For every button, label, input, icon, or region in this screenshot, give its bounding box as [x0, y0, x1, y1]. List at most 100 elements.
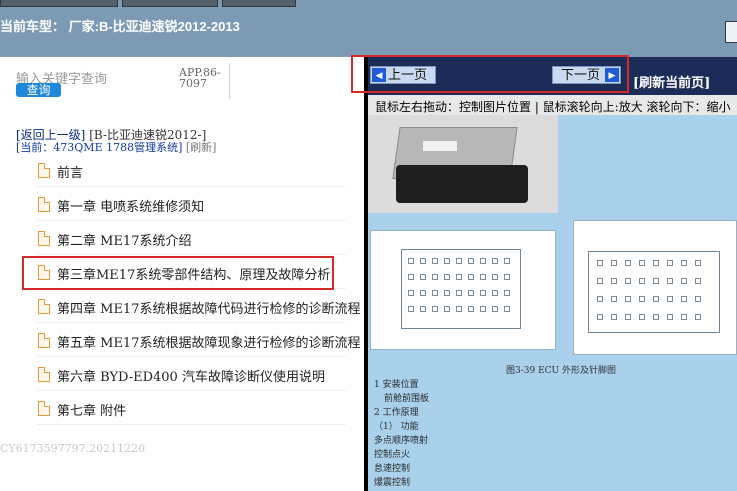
pin: [444, 290, 450, 296]
document-icon: [38, 333, 50, 348]
top-tab-1[interactable]: [0, 0, 118, 7]
pin: [456, 290, 462, 296]
hint-bar: 鼠标左右拖动：控制图片位置 | 鼠标滚轮向上:放大 滚轮向下：缩小: [368, 95, 737, 115]
menu-item-chapter-6[interactable]: 第六章 BYD-ED400 汽车故障诊断仪使用说明: [36, 357, 346, 391]
ecu-connector: [396, 165, 528, 203]
pin: [444, 258, 450, 264]
menu-item-label: 第二章 ME17系统介绍: [57, 234, 192, 249]
doc-line: 爆震控制: [374, 478, 411, 488]
pin: [597, 296, 603, 302]
doc-line: 怠速控制: [374, 464, 411, 474]
pin: [432, 306, 438, 312]
pin: [681, 314, 687, 320]
hint-text: 鼠标左右拖动：控制图片位置 | 鼠标滚轮向上:放大 滚轮向下：缩小: [375, 100, 731, 114]
top-tab-3[interactable]: [222, 0, 296, 7]
pin: [639, 314, 645, 320]
pin: [695, 314, 701, 320]
menu-item-chapter-2[interactable]: 第二章 ME17系统介绍: [36, 221, 346, 255]
pin: [611, 260, 617, 266]
pin: [681, 260, 687, 266]
divider: [229, 63, 230, 99]
pin: [625, 278, 631, 284]
refresh-page-link[interactable]: [刷新当前页]: [633, 72, 710, 91]
document-icon: [38, 299, 50, 314]
pin: [408, 290, 414, 296]
pin: [504, 274, 510, 280]
pin: [597, 260, 603, 266]
pin: [468, 274, 474, 280]
pin: [639, 260, 645, 266]
edge-button[interactable]: [725, 21, 737, 43]
pin: [480, 290, 486, 296]
pin: [504, 306, 510, 312]
pin: [468, 306, 474, 312]
pin: [420, 290, 426, 296]
pin: [492, 306, 498, 312]
pin-array-right: [588, 251, 720, 333]
pin: [468, 290, 474, 296]
menu-item-label: 第四章 ME17系统根据故障代码进行检修的诊断流程: [57, 302, 361, 317]
pin: [625, 314, 631, 320]
current-vehicle: 当前车型： 厂家:B-比亚迪速锐2012-2013: [0, 16, 240, 35]
pin: [420, 306, 426, 312]
selected-item-highlight: [22, 256, 334, 290]
pin: [625, 260, 631, 266]
pin: [695, 260, 701, 266]
pin: [695, 278, 701, 284]
document-icon: [38, 197, 50, 212]
footer-id: CY6173597797.20211220: [0, 442, 146, 455]
menu-item-label: 第一章 电喷系统维修须知: [57, 200, 205, 215]
menu-item-chapter-4[interactable]: 第四章 ME17系统根据故障代码进行检修的诊断流程: [36, 289, 360, 323]
pin: [432, 274, 438, 280]
pin: [492, 290, 498, 296]
document-icon: [38, 163, 50, 178]
doc-line: 多点顺序喷射: [374, 436, 429, 446]
pin: [480, 306, 486, 312]
menu-item-preface[interactable]: 前言: [36, 153, 346, 187]
pin: [639, 278, 645, 284]
vehicle-name: 厂家:B-比亚迪速锐2012-2013: [68, 19, 240, 34]
pin: [456, 258, 462, 264]
menu-item-chapter-5[interactable]: 第五章 ME17系统根据故障现象进行检修的诊断流程: [36, 323, 360, 357]
pin: [492, 258, 498, 264]
query-button[interactable]: 查询: [16, 83, 61, 97]
menu-item-label: 第六章 BYD-ED400 汽车故障诊断仪使用说明: [57, 370, 325, 385]
figure-caption: 图3-39 ECU 外形及针脚图: [506, 366, 616, 376]
pin-array-left: [401, 249, 521, 329]
pin: [432, 258, 438, 264]
pin: [408, 274, 414, 280]
pin: [504, 290, 510, 296]
ecu-label-sticker: [423, 141, 457, 151]
doc-line: 1 安装位置: [374, 380, 419, 390]
pin: [468, 258, 474, 264]
pin: [681, 296, 687, 302]
document-icon: [38, 367, 50, 382]
pin: [480, 258, 486, 264]
pin: [492, 274, 498, 280]
pin: [653, 314, 659, 320]
pin: [611, 296, 617, 302]
menu-item-label: 第七章 附件: [57, 404, 127, 419]
pin: [653, 296, 659, 302]
pin: [444, 306, 450, 312]
doc-line: 前舱前围板: [384, 394, 430, 404]
doc-line: 控制点火: [374, 450, 411, 460]
menu-item-label: 前言: [57, 166, 84, 181]
pin: [480, 274, 486, 280]
pin: [597, 314, 603, 320]
document-icon: [38, 231, 50, 246]
document-icon: [38, 401, 50, 416]
pin: [456, 274, 462, 280]
document-image[interactable]: 图3-39 ECU 外形及针脚图 1 安装位置 前舱前围板 2 工作原理 （1）…: [368, 115, 737, 491]
menu-item-chapter-7[interactable]: 第七章 附件: [36, 391, 346, 425]
pin: [420, 274, 426, 280]
menu-item-chapter-1[interactable]: 第一章 电喷系统维修须知: [36, 187, 346, 221]
doc-line: （1） 功能: [374, 422, 419, 432]
pin: [456, 306, 462, 312]
top-tab-2[interactable]: [122, 0, 218, 7]
pin: [611, 278, 617, 284]
pin: [667, 296, 673, 302]
pin: [695, 296, 701, 302]
pin: [408, 306, 414, 312]
pin: [420, 258, 426, 264]
